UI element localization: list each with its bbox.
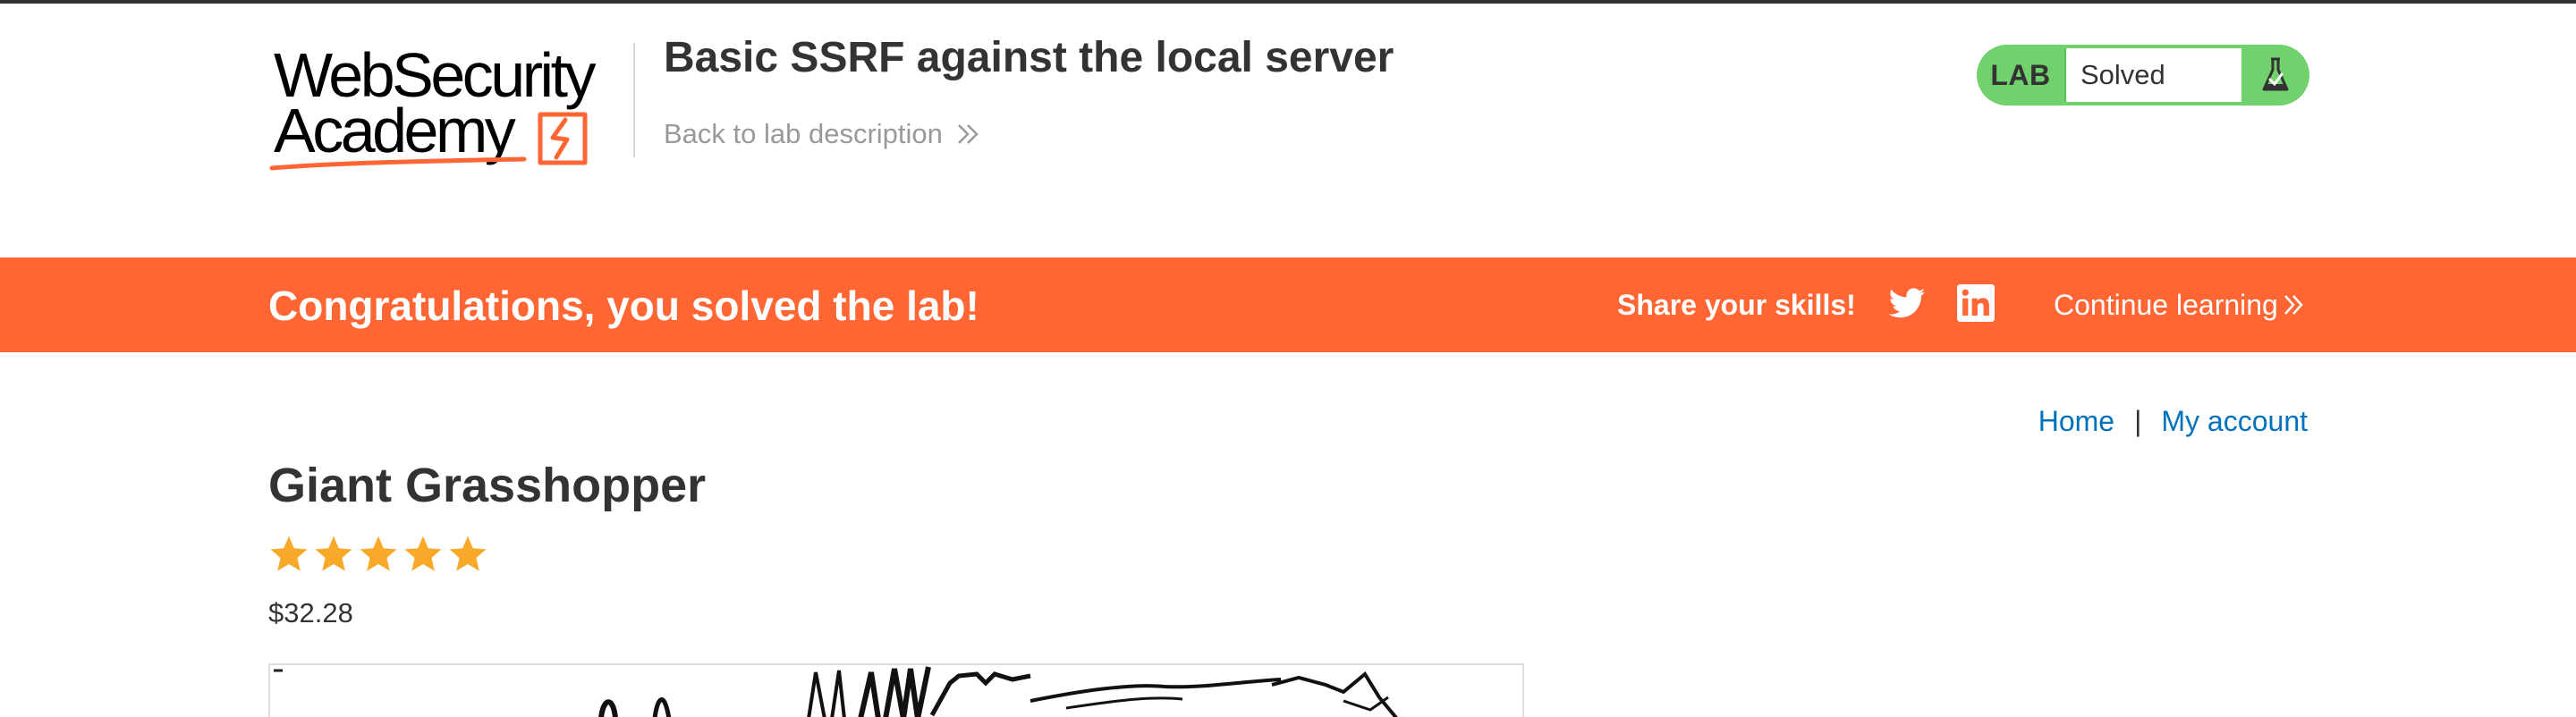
star-icon (315, 536, 352, 571)
lab-status-label: LAB (1990, 58, 2051, 91)
header-divider (633, 43, 635, 157)
back-link-label: Back to lab description (664, 118, 943, 149)
logo-underline-icon (269, 156, 527, 171)
top-links: Home | My account (2038, 404, 2308, 438)
logo-bolt-icon (538, 112, 588, 165)
star-icon (449, 536, 487, 571)
product-rating (267, 533, 490, 576)
nav-separator: | (2134, 405, 2142, 437)
home-link[interactable]: Home (2038, 404, 2114, 438)
lab-solved-notification: Congratulations, you solved the lab! Sha… (0, 257, 2576, 352)
back-to-lab-description-link[interactable]: Back to lab description (664, 118, 982, 150)
lab-status-widget: LAB Solved (1977, 45, 2309, 105)
grasshopper-sketch-image (274, 666, 1398, 717)
flask-icon (2241, 45, 2309, 105)
product-image (268, 663, 1524, 717)
lab-title: Basic SSRF against the local server (664, 34, 1394, 81)
solved-message: Congratulations, you solved the lab! (268, 283, 979, 329)
my-account-link[interactable]: My account (2161, 404, 2308, 438)
linkedin-icon[interactable] (1957, 284, 1995, 322)
lab-status-state: Solved (2064, 48, 2241, 102)
star-icon (270, 536, 308, 571)
double-chevron-right-icon (2284, 295, 2303, 315)
web-security-academy-logo[interactable]: WebSecurity Academy (268, 43, 626, 173)
product-title: Giant Grasshopper (268, 459, 707, 512)
double-chevron-right-icon (958, 124, 979, 144)
continue-learning-label: Continue learning (2054, 289, 2278, 321)
continue-learning-link[interactable]: Continue learning (2054, 288, 2307, 322)
star-icon (360, 536, 397, 571)
share-skills-label: Share your skills! (1617, 289, 1856, 321)
twitter-icon[interactable] (1887, 284, 1927, 324)
star-icon (404, 536, 442, 571)
product-price: $32.28 (268, 597, 353, 628)
lab-header: WebSecurity Academy Basic SSRF against t… (0, 4, 2576, 257)
